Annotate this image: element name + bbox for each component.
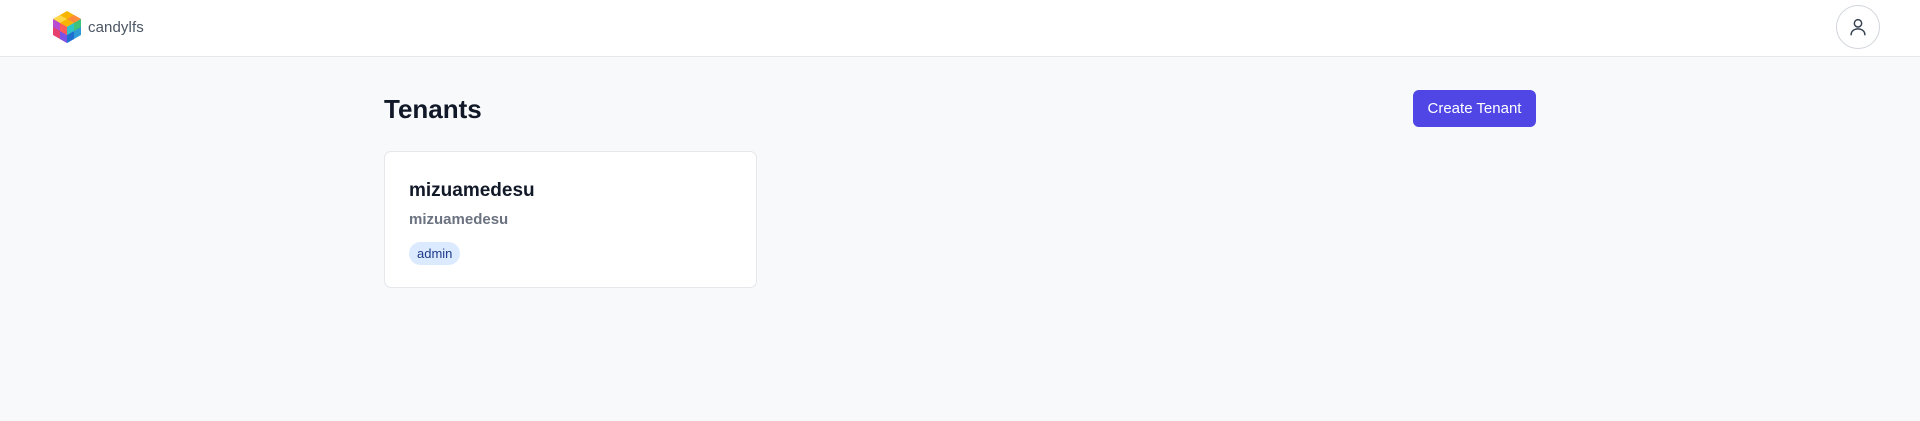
role-badge: admin [409, 242, 461, 265]
page-title: Tenants [384, 94, 482, 124]
brand-name: candylfs [88, 18, 144, 36]
tenant-slug: mizuamedesu [409, 211, 509, 228]
tenant-name: mizuamedesu [409, 180, 535, 201]
brand-home-link[interactable]: candylfs [51, 10, 144, 44]
user-icon [1850, 18, 1866, 36]
top-navigation-bar: candylfs [0, 0, 1920, 57]
tenant-card[interactable]: mizuamedesu mizuamedesu admin [384, 151, 757, 288]
colorful-cube-logo-icon [53, 11, 81, 43]
create-tenant-button[interactable]: Create Tenant [1413, 90, 1536, 127]
user-menu-button[interactable] [1836, 5, 1880, 49]
